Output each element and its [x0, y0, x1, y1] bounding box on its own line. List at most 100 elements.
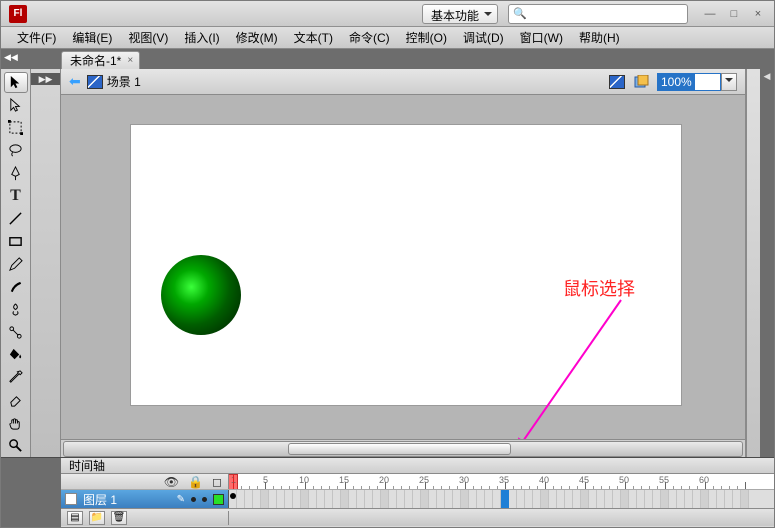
bone-tool[interactable] [4, 322, 28, 343]
zoom-dropdown[interactable] [721, 73, 737, 91]
outline-header-icon[interactable]: ◻ [212, 475, 222, 489]
eraser-tool[interactable] [4, 390, 28, 411]
app-icon: Fl [9, 5, 27, 23]
search-box[interactable]: 🔍 [508, 4, 688, 24]
scene-name: 场景 1 [107, 73, 141, 90]
new-layer-button[interactable]: ▤ [67, 511, 83, 525]
workspace-selector[interactable]: 基本功能 [422, 4, 498, 24]
menu-help[interactable]: 帮助(H) [571, 27, 628, 48]
lasso-tool[interactable] [4, 140, 28, 161]
menu-insert[interactable]: 插入(I) [176, 27, 227, 48]
ruler-number: 60 [699, 475, 709, 485]
timeline-title: 时间轴 [69, 457, 105, 474]
hscroll-thumb[interactable] [288, 443, 512, 455]
pen-tool[interactable] [4, 163, 28, 184]
menu-commands[interactable]: 命令(C) [341, 27, 398, 48]
tools-panel: T [1, 69, 31, 457]
text-tool[interactable]: T [4, 186, 28, 207]
right-panel-collapsed[interactable]: ◀ [760, 69, 774, 457]
zoom-field[interactable]: 100% [657, 73, 721, 91]
zoom-tool[interactable] [4, 435, 28, 456]
menu-edit[interactable]: 编辑(E) [64, 27, 120, 48]
menu-text[interactable]: 文本(T) [286, 27, 341, 48]
canvas-viewport[interactable]: 鼠标选择 [61, 95, 745, 439]
deco-tool[interactable] [4, 299, 28, 320]
timeline-layer-row: 图层 1 ✎ [61, 490, 774, 508]
delete-layer-button[interactable]: 🗑 [111, 511, 127, 525]
zoom-value: 100% [658, 74, 695, 90]
layer-visibility-dot[interactable] [191, 497, 196, 502]
window-controls: — □ × [698, 7, 770, 21]
menu-view[interactable]: 视图(V) [120, 27, 176, 48]
expand-side-icon[interactable]: ▶▶ [31, 73, 60, 85]
ruler-number: 10 [299, 475, 309, 485]
document-tab[interactable]: 未命名-1* × [61, 51, 140, 69]
layer-name: 图层 1 [83, 491, 117, 508]
timeline-left-gutter [1, 458, 61, 527]
timeline-footer: ▤ 📁 🗑 [61, 508, 774, 526]
menu-debug[interactable]: 调试(D) [455, 27, 512, 48]
stage-area: ⬅ 场景 1 100% 鼠标选择 [61, 69, 746, 457]
hand-tool[interactable] [4, 413, 28, 434]
scene-back-icon[interactable]: ⬅ [69, 73, 81, 90]
frames-track[interactable] [229, 490, 774, 508]
stage-hscrollbar[interactable] [63, 441, 743, 457]
paint-bucket-tool[interactable] [4, 345, 28, 366]
eyedropper-tool[interactable] [4, 367, 28, 388]
frame-ruler[interactable]: 151015202530354045505560 [229, 474, 774, 489]
menu-bar: 文件(F) 编辑(E) 视图(V) 插入(I) 修改(M) 文本(T) 命令(C… [1, 27, 774, 49]
stage-vscroll-strip[interactable] [746, 69, 760, 457]
close-button[interactable]: × [746, 7, 770, 21]
visibility-header-icon[interactable]: 👁 [164, 475, 179, 489]
stage-canvas[interactable] [131, 125, 681, 405]
timeline-header[interactable]: 时间轴 [61, 458, 774, 474]
playhead-line[interactable] [233, 474, 234, 489]
minimize-button[interactable]: — [698, 7, 722, 21]
ruler-number: 25 [419, 475, 429, 485]
tab-close-icon[interactable]: × [127, 55, 133, 66]
edit-scene-icon[interactable] [607, 73, 627, 91]
ruler-number: 55 [659, 475, 669, 485]
ruler-number: 40 [539, 475, 549, 485]
search-input[interactable] [530, 8, 683, 20]
rectangle-tool[interactable] [4, 231, 28, 252]
layer-type-icon [65, 493, 77, 505]
search-icon: 🔍 [513, 7, 527, 20]
ruler-number: 5 [263, 475, 268, 485]
stage-hscroll-row [61, 439, 745, 457]
subselection-tool[interactable] [4, 95, 28, 116]
document-tab-title: 未命名-1* [70, 52, 121, 69]
menu-window[interactable]: 窗口(W) [512, 27, 571, 48]
line-tool[interactable] [4, 208, 28, 229]
document-tabs-row: ◀◀ 未命名-1* × [1, 49, 774, 69]
maximize-button[interactable]: □ [722, 7, 746, 21]
keyframe-icon[interactable] [230, 493, 236, 499]
layer-column-headers: 👁 🔒 ◻ [61, 474, 229, 489]
brush-tool[interactable] [4, 276, 28, 297]
ruler-number: 45 [579, 475, 589, 485]
layer-action-buttons: ▤ 📁 🗑 [61, 511, 229, 525]
title-bar: Fl 基本功能 🔍 — □ × [1, 1, 774, 27]
layer-info[interactable]: 图层 1 ✎ [61, 490, 229, 508]
green-sphere-shape[interactable] [161, 255, 241, 335]
new-folder-button[interactable]: 📁 [89, 511, 105, 525]
selected-frame-indicator[interactable] [501, 490, 509, 508]
menu-file[interactable]: 文件(F) [9, 27, 64, 48]
menu-modify[interactable]: 修改(M) [228, 27, 286, 48]
layer-active-icon: ✎ [177, 494, 185, 505]
layer-lock-dot[interactable] [202, 497, 207, 502]
pencil-tool[interactable] [4, 254, 28, 275]
scene-bar: ⬅ 场景 1 100% [61, 69, 745, 95]
layer-outline-color[interactable] [213, 494, 224, 505]
lock-header-icon[interactable]: 🔒 [188, 475, 203, 489]
scene-icon [87, 75, 103, 89]
timeline-body: 时间轴 👁 🔒 ◻ 151015202530354045505560 图层 1 … [61, 458, 774, 527]
selection-tool[interactable] [4, 72, 28, 93]
annotation-text: 鼠标选择 [563, 275, 635, 301]
collapse-panels-icon[interactable]: ◀◀ [4, 52, 18, 63]
workspace: T ▶▶ ⬅ 场景 1 100% 鼠标选择 [1, 69, 774, 457]
edit-symbols-icon[interactable] [631, 73, 651, 91]
menu-control[interactable]: 控制(O) [398, 27, 455, 48]
ruler-number: 20 [379, 475, 389, 485]
free-transform-tool[interactable] [4, 118, 28, 139]
